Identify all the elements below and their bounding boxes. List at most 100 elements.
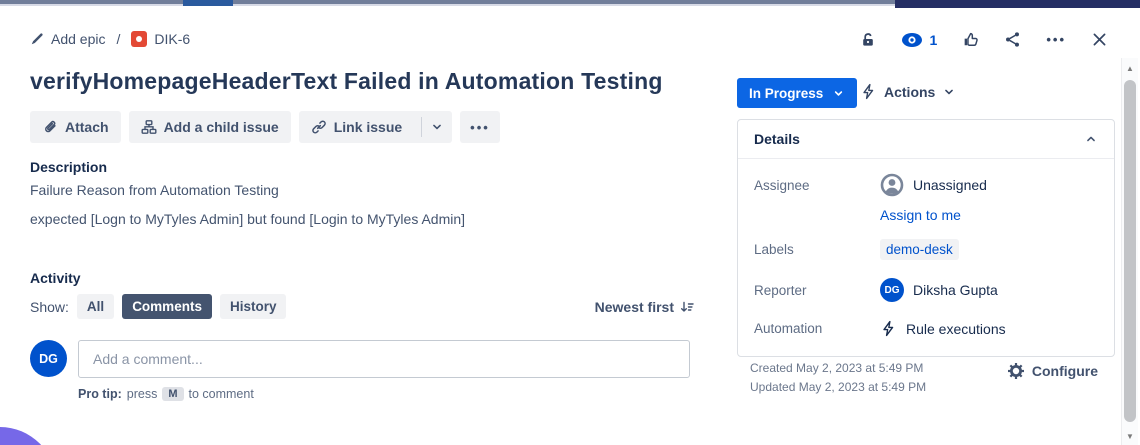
reporter-field[interactable]: DG Diksha Gupta [880, 278, 998, 302]
chevron-down-icon [832, 87, 845, 100]
automation-label: Automation [754, 321, 823, 336]
add-child-issue-button[interactable]: Add a child issue [128, 111, 291, 143]
gear-icon [1007, 363, 1024, 379]
description-line-1[interactable]: Failure Reason from Automation Testing [30, 182, 279, 198]
details-heading: Details [754, 131, 800, 147]
breadcrumb: Add epic / DIK-6 [30, 31, 190, 47]
description-line-2[interactable]: expected [Logn to MyTyles Admin] but fou… [30, 211, 465, 227]
status-label: In Progress [749, 85, 824, 101]
assignee-row: Assignee Unassigned [754, 173, 1098, 197]
issue-key-link[interactable]: DIK-6 [131, 31, 190, 47]
activity-filter-bar: Show: All Comments History Newest first [30, 294, 695, 319]
filter-comments[interactable]: Comments [122, 294, 212, 319]
created-timestamp: Created May 2, 2023 at 5:49 PM [750, 361, 924, 375]
child-issue-icon [141, 119, 157, 135]
sort-label: Newest first [594, 298, 674, 315]
assignee-field[interactable]: Unassigned [880, 173, 987, 197]
protip-key: M [162, 387, 184, 401]
lightning-icon [860, 83, 877, 100]
label-chip[interactable]: demo-desk [880, 239, 959, 260]
link-icon [311, 119, 327, 135]
add-epic-label: Add epic [51, 31, 106, 47]
watch-button[interactable]: 1 [901, 31, 938, 48]
ellipsis-icon: ••• [470, 119, 490, 135]
actions-label: Actions [884, 83, 936, 100]
scroll-up-arrow-icon[interactable]: ▲ [1122, 64, 1138, 73]
assignee-value: Unassigned [913, 177, 987, 193]
chevron-down-icon [942, 85, 956, 99]
issue-view: Add epic / DIK-6 1 ••• verifyHomepageHea… [0, 0, 1140, 445]
scroll-down-arrow-icon[interactable]: ▼ [1122, 432, 1138, 441]
configure-button[interactable]: Configure [1007, 363, 1098, 379]
description-heading: Description [30, 159, 108, 175]
link-issue-dropdown-button[interactable] [421, 117, 452, 137]
ellipsis-icon: ••• [1046, 32, 1066, 47]
unlock-button[interactable] [860, 32, 876, 48]
assignee-label: Assignee [754, 177, 810, 193]
lightning-icon [880, 320, 897, 337]
protip-suffix: to comment [188, 387, 254, 401]
scrollbar-thumb[interactable] [1124, 80, 1136, 422]
updated-timestamp: Updated May 2, 2023 at 5:49 PM [750, 380, 927, 394]
scrollbar: ▲ ▼ [1121, 58, 1138, 445]
show-label: Show: [30, 298, 69, 315]
toolbar-more-button[interactable]: ••• [460, 111, 500, 143]
share-button[interactable] [1004, 31, 1021, 48]
breadcrumb-separator: / [116, 31, 121, 47]
details-panel-header[interactable]: Details [738, 120, 1114, 159]
chevron-up-icon [1084, 132, 1098, 146]
link-issue-button[interactable]: Link issue [299, 111, 414, 143]
comment-input[interactable] [78, 340, 690, 378]
actions-dropdown[interactable]: Actions [860, 83, 956, 100]
browser-strip-navy [895, 0, 1140, 8]
current-user-avatar: DG [30, 340, 67, 377]
attach-button[interactable]: Attach [30, 111, 121, 143]
browser-strip-accent [183, 0, 233, 6]
more-actions-button[interactable]: ••• [1046, 32, 1066, 47]
unlock-icon [860, 32, 876, 48]
details-panel-body: Assignee Unassigned Assign to me Labels … [738, 159, 1114, 337]
filter-history[interactable]: History [219, 294, 287, 319]
issue-title[interactable]: verifyHomepageHeaderText Failed in Autom… [30, 68, 710, 95]
details-panel: Details Assignee Unassigned Assign to me… [737, 119, 1115, 357]
add-epic-button[interactable]: Add epic [30, 31, 105, 47]
labels-label: Labels [754, 242, 794, 257]
close-button[interactable] [1091, 31, 1108, 48]
paperclip-icon [42, 119, 58, 135]
rule-executions-link[interactable]: Rule executions [880, 320, 1006, 337]
protip-label: Pro tip: [78, 387, 122, 401]
issue-header-actions: 1 ••• [860, 31, 1108, 48]
sort-descending-icon [679, 299, 695, 315]
add-child-issue-label: Add a child issue [163, 119, 279, 135]
reporter-label: Reporter [754, 282, 807, 298]
pencil-icon [30, 32, 44, 46]
automation-row: Automation Rule executions [754, 320, 1098, 337]
sort-order-button[interactable]: Newest first [595, 299, 695, 315]
attach-label: Attach [65, 119, 109, 135]
automation-value: Rule executions [906, 320, 1006, 337]
activity-heading: Activity [30, 270, 81, 286]
comment-composer: DG [30, 340, 690, 378]
configure-label: Configure [1031, 363, 1098, 379]
bug-icon [131, 31, 148, 47]
comment-protip: Pro tip: press M to comment [78, 387, 254, 401]
link-issue-label: Link issue [333, 119, 403, 135]
watch-count: 1 [929, 31, 938, 48]
labels-row: Labels demo-desk [754, 239, 1098, 260]
protip-press: press [126, 387, 158, 401]
filter-all[interactable]: All [76, 294, 115, 319]
close-icon [1091, 31, 1108, 48]
eye-icon [901, 32, 923, 48]
issue-key-label: DIK-6 [154, 31, 191, 47]
help-fab-button[interactable] [0, 427, 56, 445]
reporter-avatar: DG [880, 278, 904, 302]
unassigned-avatar-icon [880, 173, 904, 197]
reporter-value: Diksha Gupta [913, 282, 998, 298]
like-button[interactable] [962, 31, 979, 48]
link-issue-split-button: Link issue [298, 111, 453, 143]
issue-toolbar: Attach Add a child issue Link issue ••• [30, 111, 500, 143]
assign-to-me-link[interactable]: Assign to me [880, 207, 961, 223]
thumbs-up-icon [962, 31, 979, 48]
status-dropdown[interactable]: In Progress [737, 78, 858, 108]
share-icon [1004, 31, 1021, 48]
